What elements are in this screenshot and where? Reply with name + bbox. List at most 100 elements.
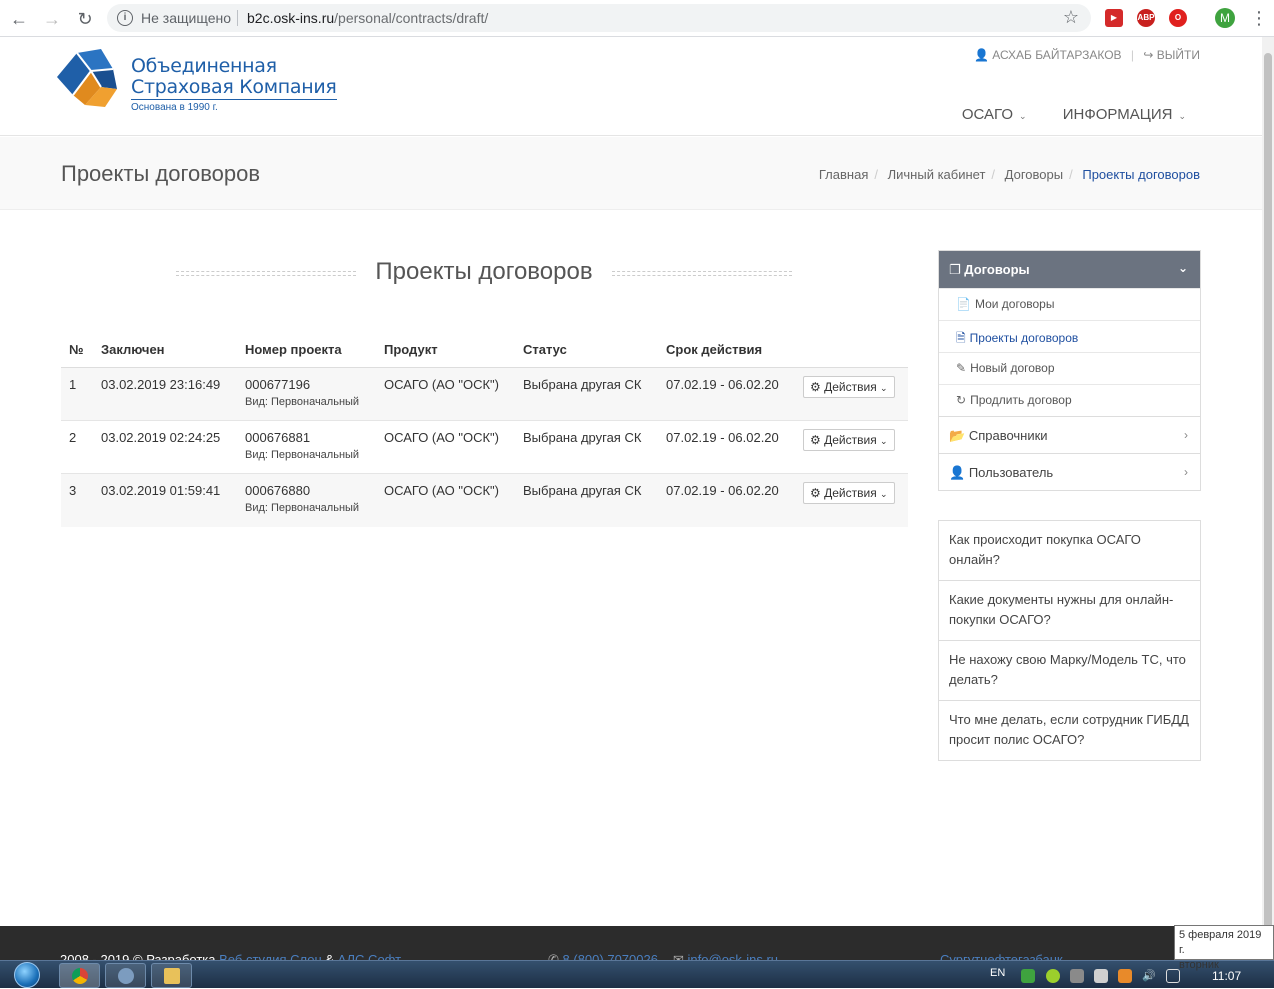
taskbar-app-2[interactable] bbox=[105, 963, 146, 988]
actions-button[interactable]: ⚙ Действия ⌄ bbox=[803, 429, 895, 451]
tray-plus-icon[interactable] bbox=[1046, 969, 1060, 983]
table-row: 3 03.02.2019 01:59:41 000676880 Вид: Перв… bbox=[61, 473, 908, 527]
col-project: Номер проекта bbox=[237, 333, 376, 368]
actions-button[interactable]: ⚙ Действия ⌄ bbox=[803, 482, 895, 504]
project-kind: Вид: Первоначальный bbox=[245, 502, 360, 514]
bookmark-star-icon[interactable]: ☆ bbox=[1063, 7, 1079, 28]
sidebar-item-directories[interactable]: 📂 Справочники › bbox=[939, 416, 1200, 453]
table-row: 1 03.02.2019 23:16:49 000677196 Вид: Перв… bbox=[61, 367, 908, 421]
faq-item[interactable]: Какие документы нужны для онлайн-покупки… bbox=[939, 580, 1200, 640]
date-tooltip: 5 февраля 2019 г. вторник bbox=[1174, 925, 1274, 971]
profile-avatar[interactable]: M bbox=[1215, 8, 1235, 28]
forward-icon[interactable]: → bbox=[41, 8, 63, 30]
chevron-right-icon: › bbox=[1184, 465, 1188, 479]
user-icon: 👤 bbox=[973, 48, 989, 62]
col-num: № bbox=[61, 333, 93, 368]
col-actions bbox=[795, 333, 908, 368]
row-project: 000677196 Вид: Первоначальный bbox=[237, 367, 376, 421]
gear-icon: ⚙ bbox=[810, 486, 821, 500]
tooltip-day: вторник bbox=[1179, 959, 1219, 971]
browser-toolbar: ← → ↻ i Не защищено b2c.osk-ins.ru/perso… bbox=[0, 0, 1274, 37]
breadcrumb-contracts[interactable]: Договоры bbox=[1005, 167, 1063, 182]
sidebar-item-user[interactable]: 👤 Пользователь › bbox=[939, 453, 1200, 490]
language-indicator[interactable]: EN bbox=[990, 967, 1005, 979]
faq-item[interactable]: Что мне делать, если сотрудник ГИБДД про… bbox=[939, 700, 1200, 760]
section-title: Проекты договоров bbox=[375, 258, 593, 286]
edit-icon: ✎ bbox=[956, 361, 967, 375]
tray-tool-icon[interactable] bbox=[1094, 969, 1108, 983]
row-period: 07.02.19 - 06.02.20 bbox=[658, 367, 795, 421]
security-label[interactable]: Не защищено bbox=[141, 10, 231, 26]
row-product: ОСАГО (АО "ОСК") bbox=[376, 473, 515, 527]
row-status: Выбрана другая СК bbox=[515, 367, 658, 421]
user-name-link[interactable]: АСХАБ БАЙТАРЗАКОВ bbox=[992, 48, 1121, 62]
adblock-plus-icon[interactable]: ABP bbox=[1137, 9, 1155, 27]
gear-icon: ⚙ bbox=[810, 380, 821, 394]
heading-divider-left bbox=[176, 271, 356, 276]
breadcrumb-home[interactable]: Главная bbox=[819, 167, 868, 182]
site-header: Объединенная Страховая Компания Основана… bbox=[0, 37, 1262, 136]
contracts-table: № Заключен Номер проекта Продукт Статус … bbox=[61, 333, 908, 527]
paint-icon bbox=[118, 968, 134, 984]
opera-vpn-icon[interactable]: O bbox=[1169, 9, 1187, 27]
nav-item-osago[interactable]: ОСАГО ⌄ bbox=[962, 106, 1027, 123]
taskbar-explorer[interactable] bbox=[151, 963, 192, 988]
row-status: Выбрана другая СК bbox=[515, 420, 658, 474]
tray-box-icon[interactable] bbox=[1070, 969, 1084, 983]
company-logo-text[interactable]: Объединенная Страховая Компания Основана… bbox=[131, 56, 337, 113]
row-date: 03.02.2019 23:16:49 bbox=[93, 367, 237, 421]
volume-icon[interactable]: 🔊 bbox=[1142, 969, 1156, 983]
nav-item-info[interactable]: ИНФОРМАЦИЯ ⌄ bbox=[1063, 106, 1186, 123]
user-icon: 👤 bbox=[949, 465, 966, 480]
reload-icon[interactable]: ↻ bbox=[74, 8, 96, 30]
row-period: 07.02.19 - 06.02.20 bbox=[658, 420, 795, 474]
row-project: 000676880 Вид: Первоначальный bbox=[237, 473, 376, 527]
chevron-down-icon: ⌄ bbox=[880, 489, 888, 499]
folder-open-icon: 📂 bbox=[949, 428, 966, 443]
company-logo-icon[interactable] bbox=[55, 47, 119, 109]
url-text[interactable]: b2c.osk-ins.ru/personal/contracts/draft/ bbox=[247, 10, 488, 26]
omnibox-divider bbox=[237, 10, 238, 26]
address-bar[interactable]: i Не защищено b2c.osk-ins.ru/personal/co… bbox=[107, 4, 1091, 32]
refresh-icon: ↻ bbox=[956, 393, 967, 407]
taskbar-chrome[interactable] bbox=[59, 963, 100, 988]
breadcrumb-current[interactable]: Проекты договоров bbox=[1082, 167, 1200, 182]
logout-link[interactable]: ВЫЙТИ bbox=[1157, 48, 1200, 62]
row-actions: ⚙ Действия ⌄ bbox=[795, 367, 908, 421]
file-text-icon: 🗎 bbox=[956, 331, 966, 345]
extension-video-icon[interactable]: ▶ bbox=[1105, 9, 1123, 27]
chevron-down-icon: ⌄ bbox=[1019, 111, 1027, 121]
faq-item[interactable]: Как происходит покупка ОСАГО онлайн? bbox=[939, 521, 1200, 580]
project-number: 000676881 bbox=[245, 430, 311, 445]
col-product: Продукт bbox=[376, 333, 515, 368]
scrollbar-thumb[interactable] bbox=[1264, 53, 1272, 953]
breadcrumb: Главная / Личный кабинет / Договоры / Проек… bbox=[818, 167, 1200, 182]
table-header-row: № Заключен Номер проекта Продукт Статус … bbox=[61, 333, 908, 368]
back-icon[interactable]: ← bbox=[8, 8, 30, 30]
tray-fox-icon[interactable] bbox=[1118, 969, 1132, 983]
row-actions: ⚙ Действия ⌄ bbox=[795, 473, 908, 527]
start-button[interactable] bbox=[6, 961, 46, 989]
info-icon[interactable]: i bbox=[117, 10, 133, 26]
sidebar-item-my-contracts[interactable]: 📄 Мои договоры bbox=[939, 288, 1200, 320]
main-nav: ОСАГО ⌄ ИНФОРМАЦИЯ ⌄ bbox=[930, 106, 1186, 123]
network-icon[interactable] bbox=[1166, 969, 1180, 983]
contracts-icon: ❐ bbox=[949, 262, 961, 277]
col-date: Заключен bbox=[93, 333, 237, 368]
sidebar-item-draft-contracts[interactable]: 🗎 Проекты договоров bbox=[939, 320, 1200, 352]
faq-item[interactable]: Не нахожу свою Марку/Модель ТС, что дела… bbox=[939, 640, 1200, 700]
more-menu-icon[interactable]: ⋮ bbox=[1250, 8, 1268, 28]
sidebar-item-new-contract[interactable]: ✎ Новый договор bbox=[939, 352, 1200, 384]
breadcrumb-cabinet[interactable]: Личный кабинет bbox=[888, 167, 986, 182]
actions-button[interactable]: ⚙ Действия ⌄ bbox=[803, 376, 895, 398]
page-scrollbar[interactable] bbox=[1262, 37, 1274, 953]
chrome-icon bbox=[72, 968, 88, 984]
row-date: 03.02.2019 01:59:41 bbox=[93, 473, 237, 527]
tray-shield-icon[interactable] bbox=[1021, 969, 1035, 983]
sidebar-item-renew-contract[interactable]: ↻ Продлить договор bbox=[939, 384, 1200, 416]
page-title-band: Проекты договоров Главная / Личный кабине… bbox=[0, 137, 1262, 210]
row-product: ОСАГО (АО "ОСК") bbox=[376, 420, 515, 474]
sidebar-head-contracts[interactable]: ❐ Договоры ⌄ bbox=[939, 251, 1200, 288]
sidebar-menu: ❐ Договоры ⌄ 📄 Мои договоры 🗎 Проекты дого… bbox=[938, 250, 1201, 491]
col-status: Статус bbox=[515, 333, 658, 368]
